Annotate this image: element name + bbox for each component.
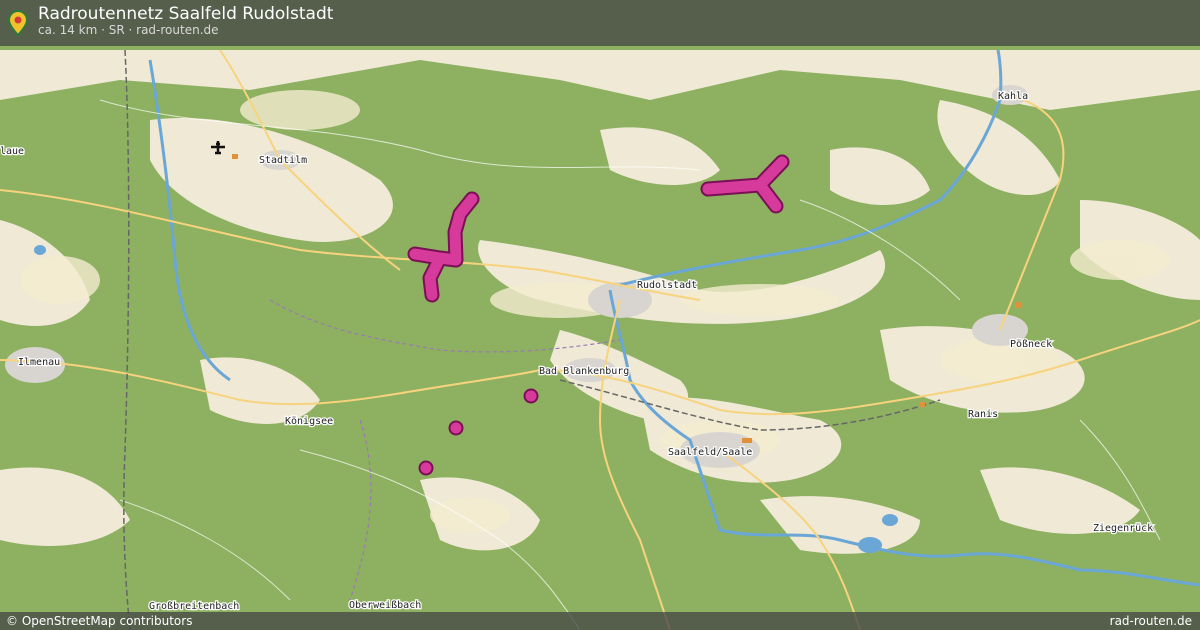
place-label-rudolstadt: Rudolstadt	[637, 280, 697, 291]
place-label-ziegenrueck: Ziegenrück	[1093, 523, 1153, 534]
map-pin-icon	[8, 10, 28, 36]
header-bar: Radroutennetz Saalfeld Rudolstadt ca. 14…	[0, 0, 1200, 46]
place-label-laue: laue	[0, 146, 24, 157]
place-label-poessneck: Pößneck	[1010, 339, 1052, 350]
route-point[interactable]	[523, 388, 539, 404]
route-summary: ca. 14 km · SR · rad-routen.de	[38, 23, 219, 37]
place-label-saalfeld: Saalfeld/Saale	[668, 447, 752, 458]
route-point[interactable]	[448, 420, 464, 436]
footer-bar: © OpenStreetMap contributors rad-routen.…	[0, 612, 1200, 630]
place-label-ilmenau: Ilmenau	[18, 357, 60, 368]
place-label-kahla: Kahla	[998, 91, 1028, 102]
page-title: Radroutennetz Saalfeld Rudolstadt	[38, 4, 334, 24]
map-view[interactable]: Kahla laue Stadtilm Rudolstadt Pößneck I…	[0, 0, 1200, 630]
place-label-bad-blankenburg: Bad Blankenburg	[539, 366, 629, 377]
place-label-grossbreitenbach: Großbreitenbach	[149, 601, 239, 612]
route-point[interactable]	[418, 460, 434, 476]
place-label-ranis: Ranis	[968, 409, 998, 420]
map-attribution[interactable]: © OpenStreetMap contributors	[6, 614, 192, 628]
map-canvas[interactable]: Kahla laue Stadtilm Rudolstadt Pößneck I…	[0, 0, 1200, 630]
place-label-stadtilm: Stadtilm	[259, 155, 307, 166]
brand-link[interactable]: rad-routen.de	[1110, 614, 1192, 628]
place-label-koenigsee: Königsee	[285, 416, 333, 427]
place-label-oberweissbach: Oberweißbach	[349, 600, 421, 611]
